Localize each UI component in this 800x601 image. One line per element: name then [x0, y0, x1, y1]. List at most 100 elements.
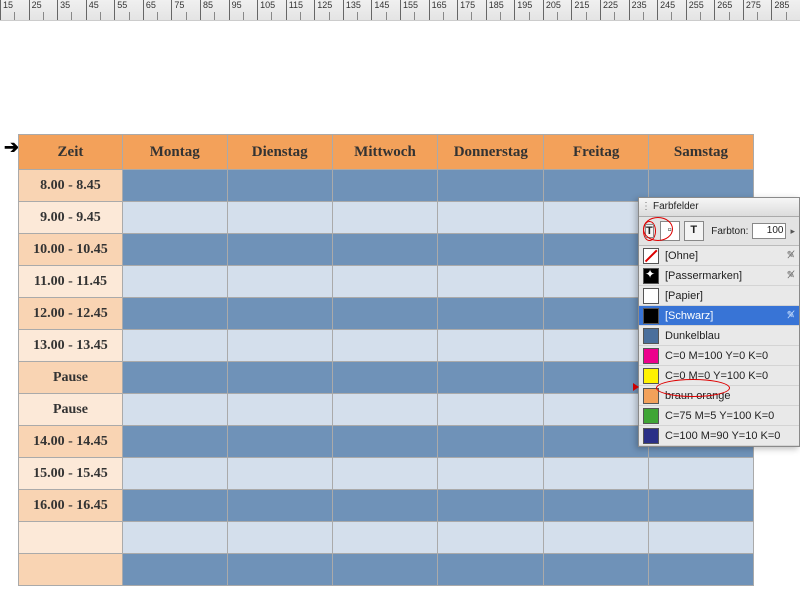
schedule-cell[interactable]	[438, 170, 544, 202]
locked-icon: ✎̸	[787, 250, 795, 261]
schedule-cell[interactable]	[332, 362, 437, 394]
column-header: Samstag	[648, 135, 753, 170]
schedule-cell[interactable]	[332, 490, 437, 522]
schedule-cell[interactable]	[544, 522, 649, 554]
schedule-cell[interactable]	[122, 522, 227, 554]
schedule-cell[interactable]	[227, 202, 332, 234]
schedule-cell[interactable]	[227, 362, 332, 394]
swatch-row[interactable]: Dunkelblau	[639, 326, 799, 346]
schedule-cell[interactable]	[648, 554, 753, 586]
schedule-cell[interactable]	[438, 554, 544, 586]
schedule-cell[interactable]	[122, 266, 227, 298]
schedule-cell[interactable]	[544, 298, 649, 330]
schedule-cell[interactable]	[227, 234, 332, 266]
schedule-cell[interactable]	[438, 458, 544, 490]
schedule-cell[interactable]	[544, 202, 649, 234]
schedule-cell[interactable]	[332, 298, 437, 330]
schedule-cell[interactable]	[227, 426, 332, 458]
ruler-tick: 155	[400, 0, 418, 20]
schedule-cell[interactable]	[122, 458, 227, 490]
schedule-cell[interactable]	[438, 426, 544, 458]
table-row[interactable]: 16.00 - 16.45	[19, 490, 754, 522]
schedule-cell[interactable]	[227, 490, 332, 522]
schedule-cell[interactable]	[122, 394, 227, 426]
schedule-cell[interactable]	[122, 490, 227, 522]
schedule-cell[interactable]	[544, 394, 649, 426]
schedule-cell[interactable]	[544, 170, 649, 202]
schedule-cell[interactable]	[438, 330, 544, 362]
schedule-cell[interactable]	[438, 234, 544, 266]
horizontal-ruler: 1525354555657585951051151251351451551651…	[0, 0, 800, 21]
time-cell: 13.00 - 13.45	[19, 330, 123, 362]
schedule-cell[interactable]	[227, 170, 332, 202]
schedule-cell[interactable]	[122, 234, 227, 266]
schedule-cell[interactable]	[332, 554, 437, 586]
schedule-cell[interactable]	[438, 266, 544, 298]
schedule-cell[interactable]	[332, 330, 437, 362]
schedule-cell[interactable]	[122, 202, 227, 234]
schedule-cell[interactable]	[122, 330, 227, 362]
schedule-cell[interactable]	[438, 298, 544, 330]
schedule-cell[interactable]	[544, 490, 649, 522]
schedule-cell[interactable]	[544, 426, 649, 458]
ruler-tick: 265	[714, 0, 732, 20]
panel-tab-swatches[interactable]: Farbfelder	[639, 198, 799, 217]
schedule-cell[interactable]	[438, 202, 544, 234]
ruler-tick: 235	[629, 0, 647, 20]
schedule-cell[interactable]	[122, 298, 227, 330]
table-row[interactable]: 15.00 - 15.45	[19, 458, 754, 490]
schedule-cell[interactable]	[438, 490, 544, 522]
schedule-cell[interactable]	[227, 554, 332, 586]
tone-input[interactable]: 100	[752, 223, 786, 239]
swatch-label: [Schwarz]	[665, 310, 713, 322]
swatch-row[interactable]: [Schwarz]✎̸	[639, 306, 799, 326]
table-row[interactable]	[19, 522, 754, 554]
tone-stepper-icon[interactable]: ▸	[790, 226, 795, 237]
schedule-cell[interactable]	[544, 330, 649, 362]
schedule-cell[interactable]	[122, 554, 227, 586]
swatch-chip	[643, 328, 659, 344]
schedule-cell[interactable]	[332, 394, 437, 426]
schedule-cell[interactable]	[544, 266, 649, 298]
column-header: Mittwoch	[332, 135, 437, 170]
text-cursor-indicator: ➔	[4, 137, 19, 158]
schedule-cell[interactable]	[122, 170, 227, 202]
swatch-chip	[643, 248, 659, 264]
schedule-cell[interactable]	[332, 170, 437, 202]
schedule-cell[interactable]	[438, 394, 544, 426]
schedule-cell[interactable]	[227, 458, 332, 490]
schedule-cell[interactable]	[122, 362, 227, 394]
schedule-cell[interactable]	[332, 266, 437, 298]
schedule-cell[interactable]	[332, 458, 437, 490]
schedule-cell[interactable]	[648, 522, 753, 554]
schedule-cell[interactable]	[227, 394, 332, 426]
table-row[interactable]	[19, 554, 754, 586]
schedule-cell[interactable]	[332, 426, 437, 458]
schedule-cell[interactable]	[227, 330, 332, 362]
schedule-cell[interactable]	[438, 522, 544, 554]
schedule-cell[interactable]	[227, 298, 332, 330]
swatch-row[interactable]: C=100 M=90 Y=10 K=0	[639, 426, 799, 446]
time-cell	[19, 554, 123, 586]
swatch-row[interactable]: [Papier]	[639, 286, 799, 306]
schedule-cell[interactable]	[332, 234, 437, 266]
schedule-cell[interactable]	[438, 362, 544, 394]
schedule-cell[interactable]	[227, 266, 332, 298]
text-stroke-icon[interactable]: T	[684, 221, 704, 241]
schedule-cell[interactable]	[544, 234, 649, 266]
schedule-cell[interactable]	[227, 522, 332, 554]
swatch-row[interactable]: [Passermarken]✎̸	[639, 266, 799, 286]
swatch-row[interactable]: [Ohne]✎̸	[639, 246, 799, 266]
ruler-tick: 165	[429, 0, 447, 20]
swatch-row[interactable]: C=75 M=5 Y=100 K=0	[639, 406, 799, 426]
schedule-cell[interactable]	[648, 490, 753, 522]
swatch-row[interactable]: C=0 M=100 Y=0 K=0	[639, 346, 799, 366]
schedule-cell[interactable]	[544, 458, 649, 490]
schedule-cell[interactable]	[332, 202, 437, 234]
schedule-cell[interactable]	[544, 554, 649, 586]
schedule-cell[interactable]	[648, 458, 753, 490]
schedule-cell[interactable]	[122, 426, 227, 458]
schedule-cell[interactable]	[332, 522, 437, 554]
ruler-tick: 105	[257, 0, 275, 20]
ruler-tick: 245	[657, 0, 675, 20]
